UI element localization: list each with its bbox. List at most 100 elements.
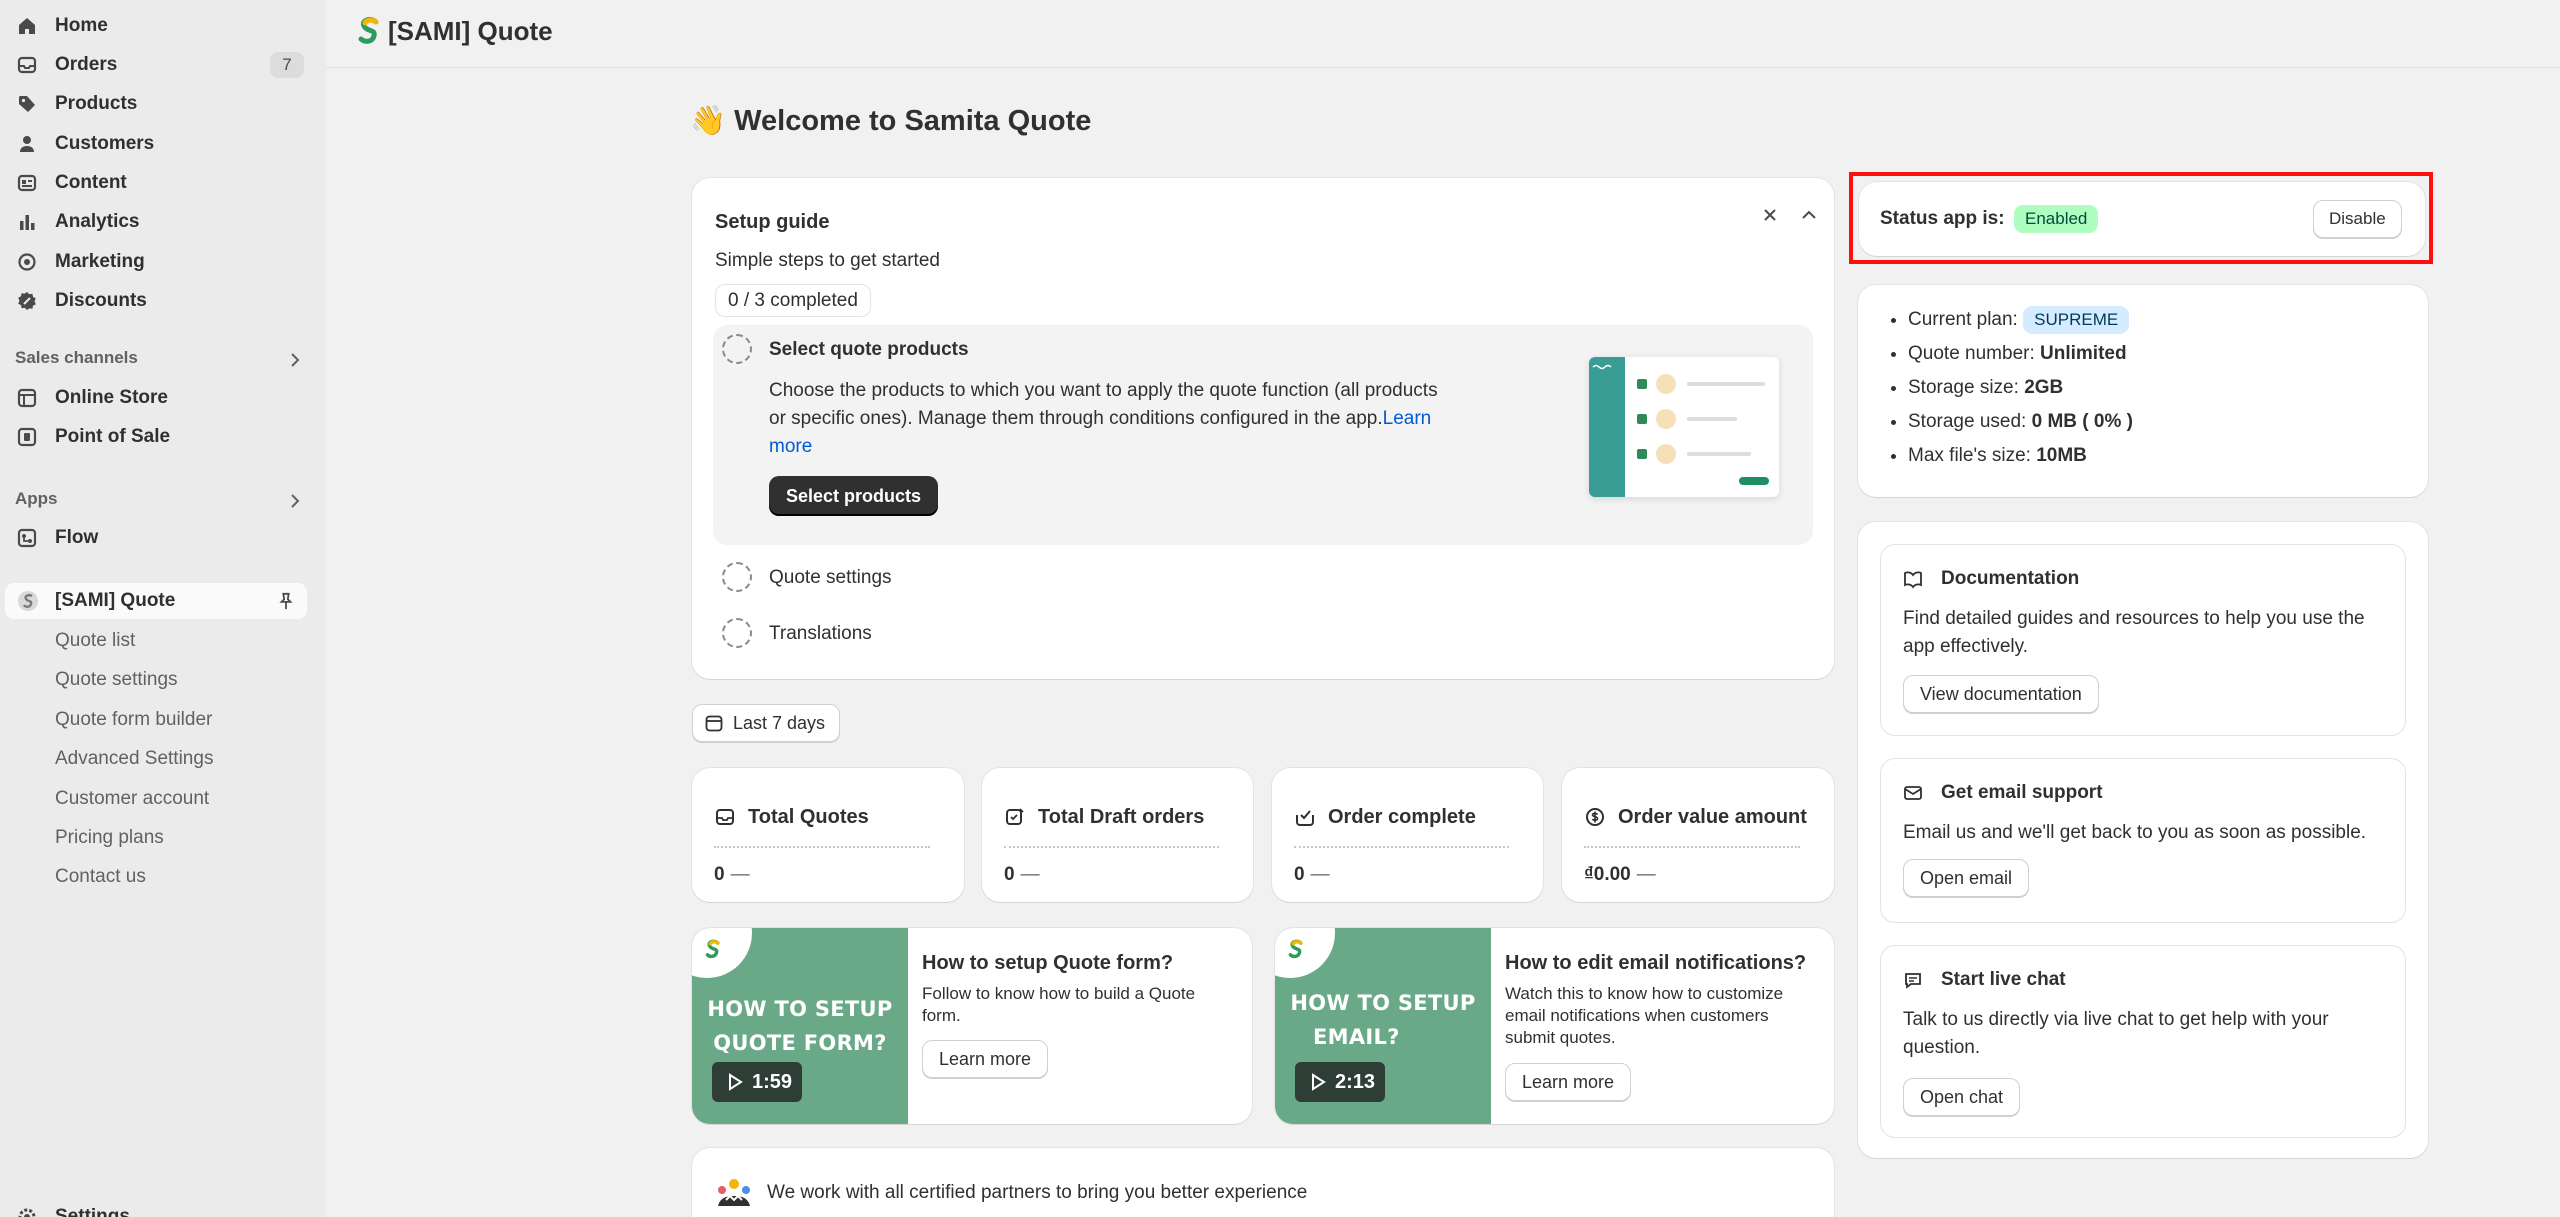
chevron-right-icon[interactable]: [285, 350, 305, 370]
pin-icon[interactable]: [277, 592, 295, 610]
sidebar: Home Orders 7 Products Customers Content…: [0, 0, 326, 1217]
gear-icon: [17, 1207, 37, 1217]
sidebar-item-label: Customers: [55, 133, 155, 154]
support-title: Get email support: [1941, 782, 2103, 803]
metric-card-order-value-amount: Order value amount ₫0.00—: [1562, 768, 1834, 902]
sidebar-item-flow[interactable]: Flow: [0, 520, 326, 556]
metric-value-number: 0: [1294, 864, 1305, 885]
sidebar-subitem-pricing-plans[interactable]: Pricing plans: [55, 823, 164, 853]
setup-step-quote-settings[interactable]: Quote settings: [769, 567, 892, 589]
calendar-icon: [705, 714, 723, 732]
sidebar-subitem-quote-settings[interactable]: Quote settings: [55, 665, 178, 695]
date-range-button[interactable]: Last 7 days: [692, 704, 841, 742]
live-chat-card: Start live chat Talk to us directly via …: [1881, 946, 2405, 1137]
metric-value-number: 0: [1004, 864, 1015, 885]
metric-label: Order value amount: [1618, 806, 1807, 828]
sidebar-subitem-advanced-settings[interactable]: Advanced Settings: [55, 744, 213, 774]
sidebar-item-analytics[interactable]: Analytics: [0, 204, 326, 240]
orders-count-badge: 7: [270, 52, 304, 78]
orders-icon: [17, 55, 37, 75]
trend-dash: —: [730, 864, 750, 885]
learn-more-button[interactable]: Learn more: [922, 1040, 1049, 1078]
highlight-box: [1849, 172, 2433, 264]
video-thumbnail[interactable]: HOW TO SETUP EMAIL? 2:13: [1275, 928, 1491, 1124]
page-title: [SAMI] Quote: [388, 16, 553, 46]
support-card: Documentation Find detailed guides and r…: [1858, 522, 2428, 1158]
chevron-right-icon[interactable]: [285, 491, 305, 511]
apps-heading: Apps: [15, 489, 58, 508]
app-title-bar: [SAMI] Quote: [326, 0, 2560, 68]
setup-guide-title: Setup guide: [715, 211, 830, 233]
pos-icon: [17, 427, 37, 447]
learn-more-button[interactable]: Learn more: [1505, 1063, 1632, 1101]
metric-value: 0—: [714, 864, 750, 886]
metric-label: Order complete: [1328, 806, 1476, 828]
trend-dash: —: [1020, 864, 1040, 885]
email-icon: [1903, 783, 1923, 803]
setup-guide-subtitle: Simple steps to get started: [715, 250, 940, 271]
sidebar-item-discounts[interactable]: Discounts: [0, 283, 326, 319]
sidebar-item-customers[interactable]: Customers: [0, 126, 326, 162]
setup-step-translations[interactable]: Translations: [769, 623, 872, 645]
sidebar-subitem-quote-list[interactable]: Quote list: [55, 626, 135, 656]
sidebar-item-marketing[interactable]: Marketing: [0, 244, 326, 280]
home-icon: [17, 16, 37, 36]
sidebar-item-settings[interactable]: Settings: [0, 1199, 326, 1217]
sidebar-item-label: [SAMI] Quote: [55, 590, 176, 611]
thumbnail-text: QUOTE FORM?: [713, 1031, 887, 1055]
divider: [1584, 846, 1800, 848]
open-email-button[interactable]: Open email: [1903, 859, 2030, 897]
sidebar-subitem-customer-account[interactable]: Customer account: [55, 784, 209, 814]
trend-dash: —: [1636, 864, 1656, 885]
setup-step-select-products[interactable]: Select quote products Choose the product…: [713, 325, 1813, 545]
view-documentation-button[interactable]: View documentation: [1903, 675, 2099, 713]
sidebar-item-sami-quote[interactable]: [SAMI] Quote: [5, 583, 307, 619]
target-icon: [17, 252, 37, 272]
plan-value: 0 MB ( 0% ): [2031, 411, 2133, 432]
support-description: Email us and we'll get back to you as so…: [1903, 822, 2367, 843]
sidebar-item-products[interactable]: Products: [0, 86, 326, 122]
thumbnail-decoration: [692, 928, 752, 978]
thumbnail-text: HOW TO SETUP: [707, 997, 893, 1021]
progress-badge: 0 / 3 completed: [715, 284, 871, 317]
play-icon: [729, 1073, 743, 1091]
plan-label: Storage used:: [1908, 411, 2027, 432]
sidebar-item-label: Settings: [55, 1206, 130, 1217]
samita-logo-icon: [704, 938, 722, 962]
metric-value-number: 0: [714, 864, 725, 885]
plan-label: Current plan:: [1908, 309, 2018, 330]
sidebar-item-point-of-sale[interactable]: Point of Sale: [0, 419, 326, 455]
book-icon: [1903, 569, 1923, 589]
plan-item: Storage size: 2GB: [1908, 371, 2133, 405]
metric-value-number: ₫0.00: [1584, 864, 1631, 885]
sidebar-subitem-contact-us[interactable]: Contact us: [55, 862, 146, 892]
divider: [1294, 846, 1509, 848]
sidebar-item-home[interactable]: Home: [0, 8, 326, 44]
video-thumbnail[interactable]: HOW TO SETUP QUOTE FORM? 1:59: [692, 928, 908, 1124]
partners-card: We work with all certified partners to b…: [692, 1148, 1834, 1217]
metric-value: ₫0.00—: [1584, 864, 1656, 886]
sales-channels-heading: Sales channels: [15, 348, 138, 367]
sidebar-item-label: Point of Sale: [55, 426, 171, 447]
close-icon[interactable]: [1755, 200, 1785, 230]
sidebar-subitem-quote-form-builder[interactable]: Quote form builder: [55, 705, 212, 735]
sidebar-item-online-store[interactable]: Online Store: [0, 380, 326, 416]
metric-card-order-complete: Order complete 0—: [1272, 768, 1543, 902]
play-button[interactable]: 2:13: [1295, 1062, 1385, 1102]
samita-logo-icon: [1287, 938, 1305, 962]
step-description: Choose the products to which you want to…: [769, 377, 1439, 461]
select-products-button[interactable]: Select products: [769, 476, 939, 516]
sidebar-item-label: Analytics: [55, 211, 140, 232]
step-incomplete-icon[interactable]: [722, 562, 752, 592]
step-incomplete-icon[interactable]: [722, 618, 752, 648]
sidebar-item-orders[interactable]: Orders 7: [0, 47, 326, 83]
open-chat-button[interactable]: Open chat: [1903, 1078, 2021, 1116]
bar-chart-icon: [17, 212, 37, 232]
welcome-heading: 👋 Welcome to Samita Quote: [690, 105, 1092, 137]
chevron-up-icon[interactable]: [1794, 200, 1824, 230]
plan-item: Storage used: 0 MB ( 0% ): [1908, 405, 2133, 439]
sidebar-item-content[interactable]: Content: [0, 165, 326, 201]
step-incomplete-icon[interactable]: [722, 334, 752, 364]
support-description: Talk to us directly via live chat to get…: [1903, 1009, 2329, 1058]
play-button[interactable]: 1:59: [712, 1062, 802, 1102]
